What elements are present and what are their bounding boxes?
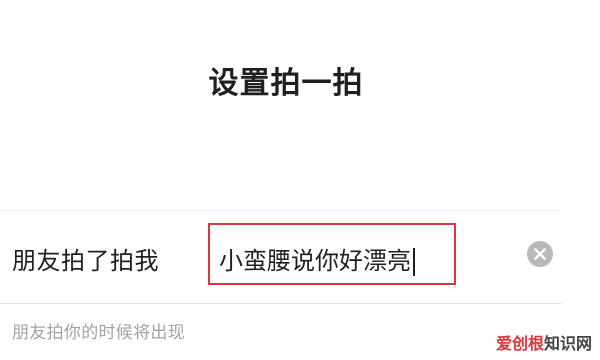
pat-suffix-input[interactable]: 小蛮腰说你好漂亮 [208, 223, 456, 285]
pat-setting-row: 朋友拍了拍我 小蛮腰说你好漂亮 [0, 210, 562, 304]
pat-label: 朋友拍了拍我 [12, 247, 159, 275]
pat-hint-text: 朋友拍你的时候将出现 [12, 323, 185, 343]
watermark-brand: 爱创根 [495, 334, 544, 353]
pat-suffix-value[interactable]: 小蛮腰说你好漂亮 [219, 241, 415, 276]
text-caret [413, 248, 415, 276]
clear-circle-icon [534, 248, 546, 260]
watermark-suffix: 知识网 [543, 334, 592, 353]
clear-input-button[interactable] [527, 241, 553, 267]
site-watermark: 爱创根 知识网 [496, 330, 592, 354]
page-title: 设置拍一拍 [208, 66, 364, 101]
